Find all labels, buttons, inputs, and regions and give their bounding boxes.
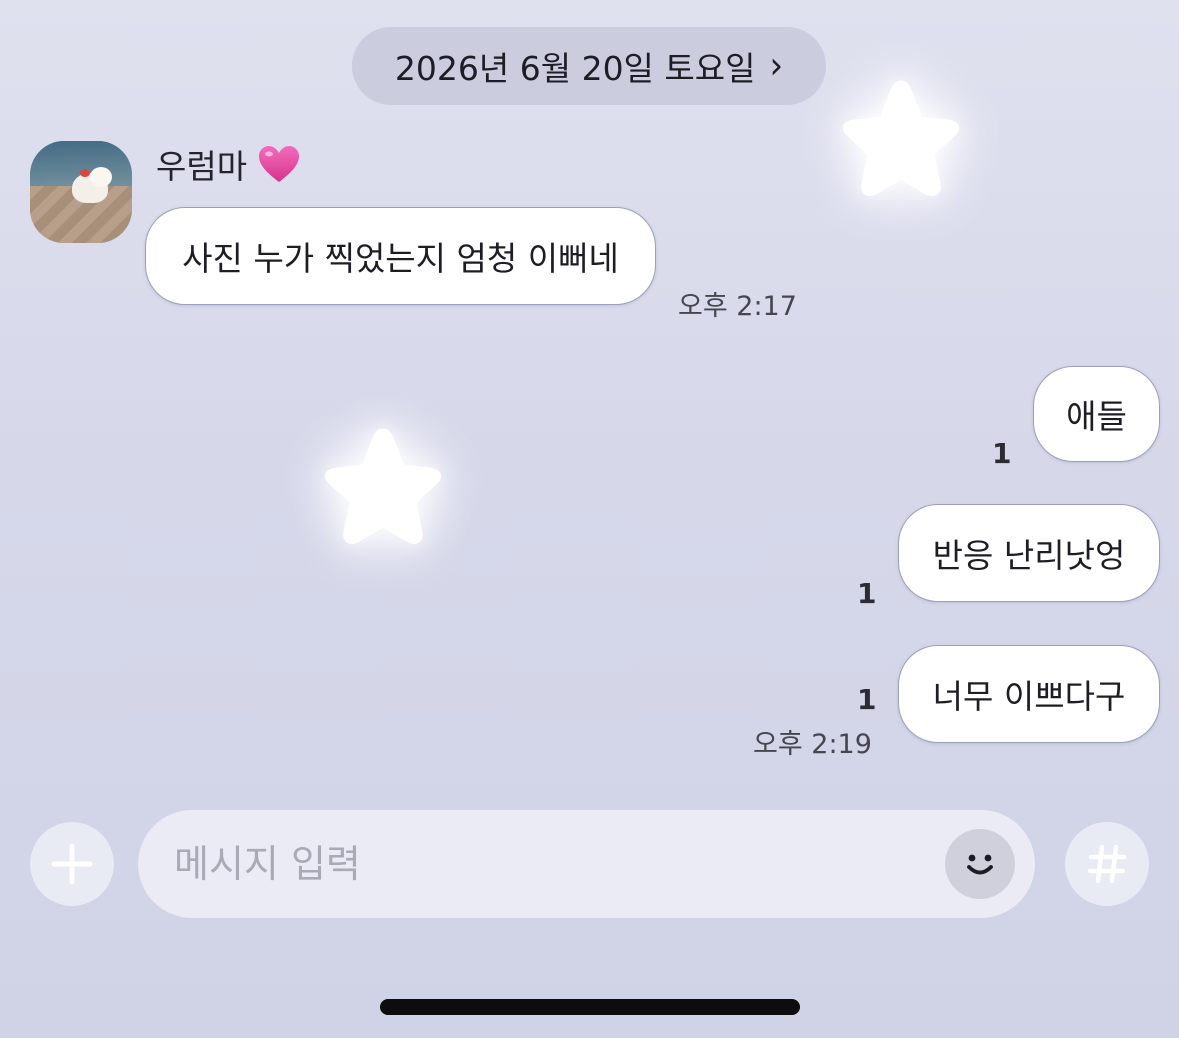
message-text: 애들 — [1066, 397, 1127, 436]
message-timestamp: 오후 2:17 — [678, 291, 797, 322]
hashtag-button[interactable] — [1065, 822, 1149, 906]
star-decoration-icon — [831, 72, 971, 212]
date-label: 2026년 6월 20일 토요일 — [394, 49, 756, 88]
message-input-bar[interactable] — [138, 810, 1035, 918]
message-input[interactable] — [174, 834, 934, 894]
message-text: 반응 난리낫엉 — [932, 536, 1126, 575]
emoji-button[interactable] — [945, 829, 1015, 899]
hashtag-icon — [1087, 844, 1127, 884]
star-decoration-icon — [313, 420, 453, 560]
sender-name-row: 우럼마 — [156, 140, 301, 188]
incoming-message-bubble[interactable]: 사진 누가 찍었는지 엄청 이뻐네 — [145, 207, 656, 305]
unread-count: 1 — [857, 577, 877, 610]
outgoing-message-bubble[interactable]: 반응 난리낫엉 — [898, 504, 1160, 602]
message-text: 너무 이쁘다구 — [932, 677, 1126, 716]
date-header-pill[interactable]: 2026년 6월 20일 토요일 › — [352, 27, 826, 105]
chevron-right-icon: › — [769, 44, 784, 88]
unread-count: 1 — [992, 437, 1012, 470]
pink-heart-icon — [257, 144, 301, 184]
message-timestamp: 오후 2:19 — [753, 729, 872, 760]
message-text: 사진 누가 찍었는지 엄청 이뻐네 — [182, 239, 619, 278]
unread-count: 1 — [857, 683, 877, 716]
plus-icon — [51, 843, 93, 885]
attach-plus-button[interactable] — [30, 822, 114, 906]
smiley-icon — [967, 854, 993, 875]
outgoing-message-bubble[interactable]: 너무 이쁘다구 — [898, 645, 1160, 743]
home-indicator[interactable] — [380, 999, 800, 1015]
outgoing-message-bubble[interactable]: 애들 — [1033, 366, 1160, 462]
sender-avatar[interactable] — [30, 141, 132, 243]
sender-name: 우럼마 — [156, 147, 248, 186]
